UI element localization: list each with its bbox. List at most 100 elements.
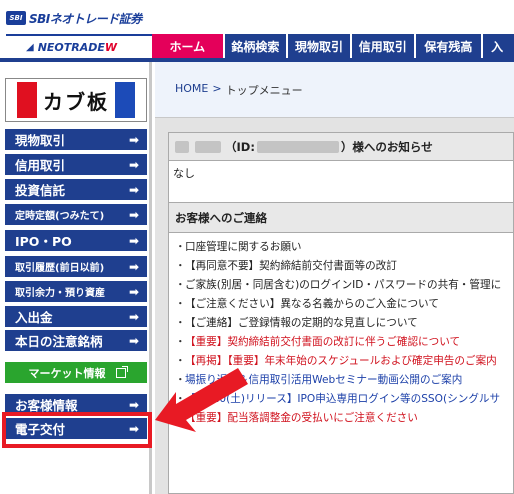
sidebar-item-investment-trust[interactable]: 投資信託 ➡ <box>5 179 147 200</box>
list-item-text: 【ご連絡】ご登録情報の定期的な見直しについて <box>185 317 418 329</box>
arrow-right-icon: ➡ <box>128 233 139 248</box>
arrow-right-icon: ➡ <box>128 182 139 197</box>
list-item-text: 【12/20(土)リリース】IPO申込専用ログイン等のSSO(シングルサ <box>185 393 501 405</box>
banner-right-decoration <box>115 82 135 118</box>
bullet: ・ <box>175 393 186 405</box>
list-item-text: ご家族(別居・同居含む)のログインID・パスワードの共有・管理に <box>185 279 502 291</box>
breadcrumb: HOME > トップメニュー <box>175 82 303 98</box>
contact-header: お客様へのご連絡 <box>169 203 513 233</box>
bullet: ・ <box>175 317 186 329</box>
tab-label: 銘柄検索 <box>231 39 280 54</box>
neotrade-title: NEOTRADE <box>37 40 105 54</box>
list-item[interactable]: ・口座管理に関するお願い <box>175 237 513 256</box>
tab-holdings[interactable]: 保有残高 <box>415 34 482 58</box>
redacted-name-1 <box>175 140 189 153</box>
sidebar-item-label: IPO・PO <box>15 234 72 249</box>
arrow-right-icon: ➡ <box>128 309 139 324</box>
redacted-name-2 <box>195 140 221 153</box>
list-item[interactable]: ・【12/20(土)リリース】IPO申込専用ログイン等のSSO(シングルサ <box>175 389 513 408</box>
tab-stock-search[interactable]: 銘柄検索 <box>224 34 287 58</box>
bullet: ・ <box>175 412 186 424</box>
kabuita-title: カブ板 <box>43 89 109 114</box>
sidebar-item-trade-history[interactable]: 取引履歴(前日以前) ➡ <box>5 256 147 277</box>
sidebar-item-label: 投資信託 <box>15 183 66 198</box>
list-item[interactable]: ・【重要】配当落調整金の受払いにご注意ください <box>175 408 513 427</box>
arrow-right-icon: ➡ <box>128 132 139 147</box>
banner-left-decoration <box>17 82 37 118</box>
neotrade-logo[interactable]: ◢ NEOTRADE W <box>6 34 154 58</box>
tab-label: ホーム <box>169 39 206 54</box>
tab-label: 保有残高 <box>424 39 473 54</box>
sidebar-item-ipo-po[interactable]: IPO・PO ➡ <box>5 230 147 251</box>
tab-label: 入 <box>491 39 504 54</box>
sidebar-item-market-info[interactable]: マーケット情報 <box>5 362 147 383</box>
sidebar-item-buying-power[interactable]: 取引余力・預り資産 ➡ <box>5 281 147 302</box>
list-item[interactable]: ・【再同意不要】契約締結前交付書面等の改訂 <box>175 256 513 275</box>
sidebar-item-label: マーケット情報 <box>28 366 106 380</box>
list-item-text: 【再同意不要】契約締結前交付書面等の改訂 <box>185 260 397 272</box>
kabuita-banner[interactable]: カブ板 <box>5 78 147 122</box>
neotrade-w-mark: W <box>104 40 118 54</box>
sidebar-item-label: 現物取引 <box>15 133 66 148</box>
list-item-text: 【ご注意ください】異なる名義からのご入金について <box>185 298 439 310</box>
contact-panel: お客様へのご連絡 ・口座管理に関するお願い ・【再同意不要】契約締結前交付書面等… <box>168 202 514 494</box>
contact-list: ・口座管理に関するお願い ・【再同意不要】契約締結前交付書面等の改訂 ・ご家族(… <box>169 233 513 427</box>
list-item[interactable]: ・【再掲】【重要】年末年始のスケジュールおよび確定申告のご案内 <box>175 351 513 370</box>
tab-label: 現物取引 <box>295 39 344 54</box>
arrow-right-icon: ➡ <box>128 284 139 299</box>
sbi-mark: SBI <box>6 11 26 25</box>
external-link-icon <box>115 365 128 378</box>
breadcrumb-current: トップメニュー <box>225 84 303 97</box>
sidebar-item-label: 取引履歴(前日以前) <box>15 263 105 274</box>
list-item[interactable]: ・ご家族(別居・同居含む)のログインID・パスワードの共有・管理に <box>175 275 513 294</box>
list-item-text: 【重要】配当落調整金の受払いにご注意ください <box>185 412 418 424</box>
bullet: ・ <box>175 355 186 367</box>
breadcrumb-home-link[interactable]: HOME <box>175 82 208 98</box>
sbi-logo[interactable]: SBI SBIネオトレード証券 <box>6 8 142 28</box>
list-item[interactable]: ・場振り返り＆信用取引活用Webセミナー動画公開のご案内 <box>175 370 513 389</box>
highlight-box <box>2 412 152 448</box>
main-content: HOME > トップメニュー （ID: ）様へのお知らせ なし お客様へのご連絡… <box>155 62 514 494</box>
list-item-text: 【再掲】【重要】年末年始のスケジュールおよび確定申告のご案内 <box>185 355 497 367</box>
header: SBI SBIネオトレード証券 ◢ NEOTRADE W ホーム 銘柄検索 現物… <box>0 0 514 62</box>
arrow-right-icon: ➡ <box>128 157 139 172</box>
list-item[interactable]: ・【重要】契約締結前交付書面の改訂に伴うご確認について <box>175 332 513 351</box>
sidebar-item-regular-installment[interactable]: 定時定額(つみたて) ➡ <box>5 204 147 225</box>
sidebar-item-label: 取引余力・預り資産 <box>15 288 105 299</box>
sidebar-item-label: 信用取引 <box>15 158 66 173</box>
notice-header: （ID: ）様へのお知らせ <box>169 133 513 161</box>
arrow-right-icon: ➡ <box>128 207 139 222</box>
tab-margin-trading[interactable]: 信用取引 <box>351 34 414 58</box>
arrow-right-icon: ➡ <box>128 333 139 348</box>
sidebar-item-label: 定時定額(つみたて) <box>15 211 105 222</box>
tab-deposit[interactable]: 入 <box>483 34 514 58</box>
sidebar-item-spot-trading[interactable]: 現物取引 ➡ <box>5 129 147 150</box>
sidebar-item-margin-trading[interactable]: 信用取引 ➡ <box>5 154 147 175</box>
notice-id-label: （ID: <box>225 139 255 154</box>
bullet: ・ <box>175 241 186 253</box>
breadcrumb-bar: HOME > トップメニュー <box>155 62 514 118</box>
bullet: ・ <box>175 298 186 310</box>
bullet: ・ <box>175 336 186 348</box>
tab-spot-trading[interactable]: 現物取引 <box>288 34 350 58</box>
tab-home[interactable]: ホーム <box>152 34 223 58</box>
arrow-right-icon: ➡ <box>128 259 139 274</box>
sbi-title: SBIネオトレード証券 <box>29 11 142 26</box>
list-item[interactable]: ・【ご注意ください】異なる名義からのご入金について <box>175 294 513 313</box>
list-item-text: 口座管理に関するお願い <box>185 241 302 253</box>
notice-body: なし <box>173 167 195 180</box>
arrow-right-icon: ➡ <box>128 397 139 412</box>
list-item-text: 場振り返り＆信用取引活用Webセミナー動画公開のご案内 <box>185 374 463 386</box>
neotrade-arrow-icon: ◢ <box>26 41 34 53</box>
bullet: ・ <box>175 279 186 291</box>
breadcrumb-separator: > <box>212 82 222 95</box>
sidebar-item-deposit-withdrawal[interactable]: 入出金 ➡ <box>5 306 147 327</box>
list-item[interactable]: ・【ご連絡】ご登録情報の定期的な見直しについて <box>175 313 513 332</box>
sidebar-item-label: 入出金 <box>15 310 53 325</box>
global-nav: ホーム 銘柄検索 現物取引 信用取引 保有残高 入 <box>152 34 514 58</box>
bullet: ・ <box>175 260 186 272</box>
bullet: ・ <box>175 374 186 386</box>
tab-label: 信用取引 <box>358 39 407 54</box>
redacted-id <box>256 140 339 153</box>
sidebar-item-watch-stocks[interactable]: 本日の注意銘柄 ➡ <box>5 330 147 351</box>
